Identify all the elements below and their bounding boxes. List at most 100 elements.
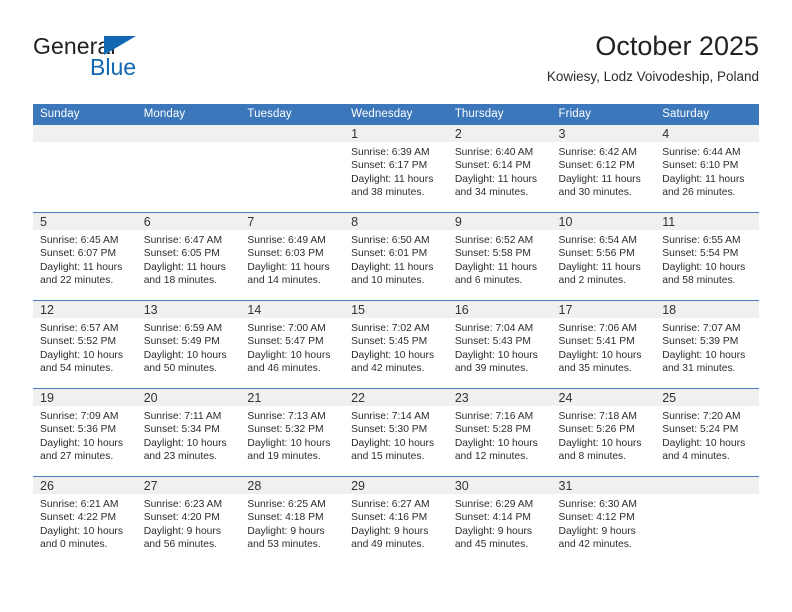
sunset-text: Sunset: 4:12 PM [558, 512, 635, 524]
calendar-day-cell[interactable]: 1 Sunrise: 6:39 AM Sunset: 6:17 PM Daylight… [344, 125, 448, 213]
calendar-day-cell[interactable]: 18 Sunrise: 7:07 AM Sunset: 5:39 PM Dayligh… [655, 300, 759, 389]
day-number: 6 [136, 213, 241, 230]
day-number: 29 [344, 477, 448, 494]
day-number: 11 [655, 213, 759, 230]
day-number: 31 [551, 477, 656, 494]
calendar-day-cell[interactable]: 31 Sunrise: 6:30 AM Sunset: 4:12 PM Dayligh… [551, 476, 656, 564]
calendar-day-cell[interactable]: 29 Sunrise: 6:27 AM Sunset: 4:16 PM Dayligh… [344, 476, 448, 564]
calendar-day-cell[interactable]: 24 Sunrise: 7:18 AM Sunset: 5:26 PM Dayligh… [551, 388, 656, 477]
sunrise-text: Sunrise: 7:04 AM [454, 323, 534, 334]
sunset-text: Sunset: 6:14 PM [454, 160, 531, 172]
daylight-text: Daylight: 10 hours and 39 minutes. [454, 349, 538, 375]
calendar-day-cell[interactable]: 12 Sunrise: 6:57 AM Sunset: 5:52 PM Dayligh… [33, 300, 137, 389]
calendar-day-cell[interactable]: 8 Sunrise: 6:50 AM Sunset: 6:01 PM Daylight… [344, 212, 448, 301]
day-info [33, 142, 137, 146]
calendar-week-row: 5 Sunrise: 6:45 AM Sunset: 6:07 PM Daylight… [33, 212, 759, 301]
day-number: 9 [447, 213, 552, 230]
calendar-day-cell[interactable]: 16 Sunrise: 7:04 AM Sunset: 5:43 PM Dayligh… [447, 300, 552, 389]
calendar-day-cell[interactable]: 5 Sunrise: 6:45 AM Sunset: 6:07 PM Daylight… [33, 212, 137, 301]
sunrise-text: Sunrise: 7:13 AM [247, 411, 326, 422]
sunset-text: Sunset: 5:32 PM [247, 424, 324, 436]
sunrise-text: Sunrise: 6:21 AM [40, 499, 119, 510]
calendar-day-cell[interactable]: 23 Sunrise: 7:16 AM Sunset: 5:28 PM Dayligh… [447, 388, 552, 477]
calendar-day-cell[interactable]: 13 Sunrise: 6:59 AM Sunset: 5:49 PM Dayligh… [136, 300, 241, 389]
calendar-day-cell[interactable]: 11 Sunrise: 6:55 AM Sunset: 5:54 PM Dayligh… [655, 212, 759, 301]
sunset-text: Sunset: 6:12 PM [558, 160, 635, 172]
day-number [655, 477, 759, 494]
calendar-day-cell[interactable]: 20 Sunrise: 7:11 AM Sunset: 5:34 PM Dayligh… [136, 388, 241, 477]
daylight-text: Daylight: 9 hours and 56 minutes. [143, 525, 221, 551]
weekday-header-monday: Monday [136, 104, 241, 125]
day-number: 22 [344, 389, 448, 406]
calendar-day-cell[interactable] [136, 125, 241, 213]
calendar-day-cell[interactable]: 2 Sunrise: 6:40 AM Sunset: 6:14 PM Daylight… [447, 125, 552, 213]
sunset-text: Sunset: 6:07 PM [40, 248, 117, 260]
page-title: October 2025 [595, 31, 759, 61]
daylight-text: Daylight: 10 hours and 19 minutes. [247, 437, 331, 463]
sunrise-text: Sunrise: 6:40 AM [454, 147, 534, 158]
sunrise-text: Sunrise: 6:27 AM [351, 499, 430, 510]
calendar-day-cell[interactable]: 30 Sunrise: 6:29 AM Sunset: 4:14 PM Dayligh… [447, 476, 552, 564]
sunrise-text: Sunrise: 6:54 AM [558, 235, 637, 246]
day-number: 18 [655, 301, 759, 318]
day-number [136, 125, 241, 142]
sunrise-text: Sunrise: 7:02 AM [351, 323, 430, 334]
daylight-text: Daylight: 11 hours and 30 minutes. [558, 173, 641, 199]
day-number: 2 [447, 125, 552, 142]
day-info: Sunrise: 6:57 AM Sunset: 5:52 PM Daylight:… [33, 318, 137, 376]
sunset-text: Sunset: 5:26 PM [558, 424, 635, 436]
sunset-text: Sunset: 5:34 PM [143, 424, 220, 436]
sunrise-text: Sunrise: 7:07 AM [662, 323, 741, 334]
calendar-day-cell[interactable]: 7 Sunrise: 6:49 AM Sunset: 6:03 PM Daylight… [240, 212, 345, 301]
page-subtitle: Kowiesy, Lodz Voivodeship, Poland [546, 69, 759, 84]
calendar-week-row: 12 Sunrise: 6:57 AM Sunset: 5:52 PM Dayligh… [33, 300, 759, 389]
calendar-day-cell[interactable]: 9 Sunrise: 6:52 AM Sunset: 5:58 PM Daylight… [447, 212, 552, 301]
day-info: Sunrise: 6:25 AM Sunset: 4:18 PM Daylight:… [240, 494, 344, 552]
calendar-day-cell[interactable]: 14 Sunrise: 7:00 AM Sunset: 5:47 PM Dayligh… [240, 300, 345, 389]
calendar-day-cell[interactable]: 21 Sunrise: 7:13 AM Sunset: 5:32 PM Dayligh… [240, 388, 345, 477]
calendar-day-cell[interactable]: 26 Sunrise: 6:21 AM Sunset: 4:22 PM Dayligh… [33, 476, 137, 564]
calendar-day-cell[interactable]: 15 Sunrise: 7:02 AM Sunset: 5:45 PM Dayligh… [344, 300, 448, 389]
calendar-day-cell[interactable]: 27 Sunrise: 6:23 AM Sunset: 4:20 PM Dayligh… [136, 476, 241, 564]
sunset-text: Sunset: 4:22 PM [40, 512, 117, 524]
calendar-day-cell[interactable]: 3 Sunrise: 6:42 AM Sunset: 6:12 PM Daylight… [551, 125, 656, 213]
day-info [137, 142, 241, 146]
calendar-day-cell[interactable]: 4 Sunrise: 6:44 AM Sunset: 6:10 PM Daylight… [655, 125, 759, 213]
calendar-day-cell[interactable] [33, 125, 137, 213]
calendar-day-cell[interactable]: 22 Sunrise: 7:14 AM Sunset: 5:30 PM Dayligh… [344, 388, 448, 477]
day-info: Sunrise: 7:13 AM Sunset: 5:32 PM Daylight:… [240, 406, 344, 464]
sunset-text: Sunset: 4:20 PM [143, 512, 220, 524]
calendar-day-cell[interactable]: 28 Sunrise: 6:25 AM Sunset: 4:18 PM Dayligh… [240, 476, 345, 564]
calendar-day-cell[interactable]: 6 Sunrise: 6:47 AM Sunset: 6:05 PM Daylight… [136, 212, 241, 301]
sunset-text: Sunset: 6:10 PM [662, 160, 739, 172]
calendar-day-cell[interactable]: 19 Sunrise: 7:09 AM Sunset: 5:36 PM Dayligh… [33, 388, 137, 477]
calendar-day-cell[interactable]: 10 Sunrise: 6:54 AM Sunset: 5:56 PM Dayligh… [551, 212, 656, 301]
calendar-day-cell[interactable] [240, 125, 345, 213]
sunrise-text: Sunrise: 6:57 AM [40, 323, 119, 334]
calendar-day-cell[interactable]: 17 Sunrise: 7:06 AM Sunset: 5:41 PM Dayligh… [551, 300, 656, 389]
sunrise-text: Sunrise: 6:30 AM [558, 499, 637, 510]
general-blue-logo[interactable]: General Blue [33, 33, 263, 89]
day-info: Sunrise: 6:27 AM Sunset: 4:16 PM Daylight:… [344, 494, 448, 552]
calendar-day-cell[interactable]: 25 Sunrise: 7:20 AM Sunset: 5:24 PM Dayligh… [655, 388, 759, 477]
sunset-text: Sunset: 5:45 PM [351, 336, 428, 348]
logo-triangle-icon [104, 36, 136, 55]
sunrise-text: Sunrise: 6:23 AM [143, 499, 223, 510]
daylight-text: Daylight: 10 hours and 50 minutes. [143, 349, 227, 375]
sunset-text: Sunset: 6:05 PM [143, 248, 220, 260]
calendar-header-row-group: Sunday Monday Tuesday Wednesday Thursday… [33, 104, 759, 125]
sunset-text: Sunset: 6:03 PM [247, 248, 324, 260]
day-info: Sunrise: 7:02 AM Sunset: 5:45 PM Daylight:… [344, 318, 448, 376]
daylight-text: Daylight: 11 hours and 26 minutes. [662, 173, 745, 199]
day-number: 27 [136, 477, 241, 494]
daylight-text: Daylight: 11 hours and 38 minutes. [351, 173, 434, 199]
daylight-text: Daylight: 10 hours and 58 minutes. [662, 261, 746, 287]
day-number: 21 [240, 389, 345, 406]
day-info: Sunrise: 6:29 AM Sunset: 4:14 PM Daylight:… [448, 494, 552, 552]
day-info: Sunrise: 7:07 AM Sunset: 5:39 PM Daylight:… [655, 318, 759, 376]
sunset-text: Sunset: 5:24 PM [662, 424, 739, 436]
day-info [240, 142, 344, 146]
sunset-text: Sunset: 5:41 PM [558, 336, 635, 348]
daylight-text: Daylight: 11 hours and 2 minutes. [558, 261, 641, 287]
calendar-day-cell[interactable] [655, 476, 759, 564]
